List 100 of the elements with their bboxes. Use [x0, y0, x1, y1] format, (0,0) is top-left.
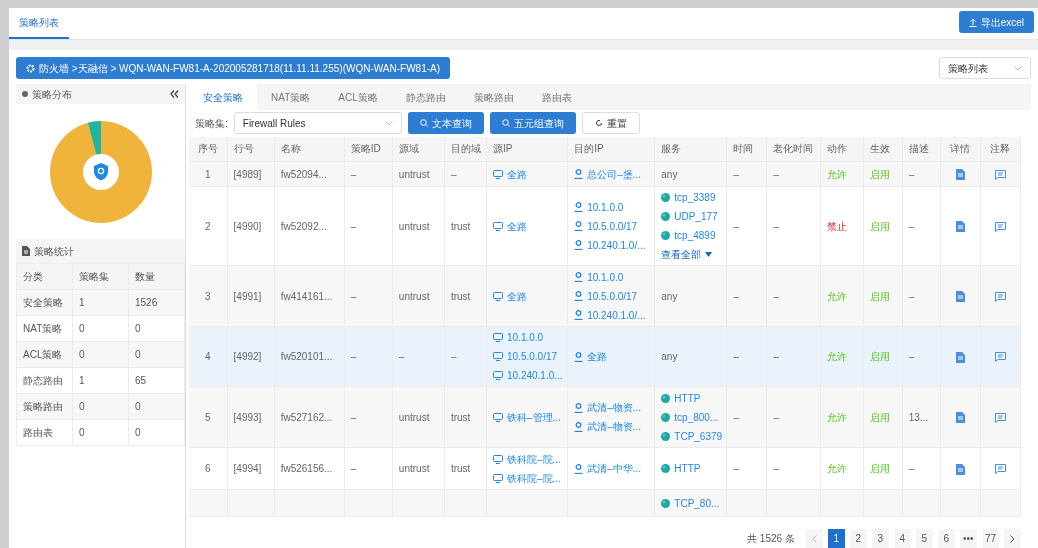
comment-icon[interactable]	[994, 352, 1006, 363]
page-button[interactable]: 1	[827, 529, 845, 548]
destination-ip-link[interactable]: 10.1.0.0	[574, 269, 649, 285]
destination-ip-link[interactable]: 武清–中华...	[574, 461, 649, 476]
service-link[interactable]: tcp_800...	[661, 409, 721, 425]
description-text: –	[908, 220, 915, 232]
service-link[interactable]: HTTP	[661, 390, 721, 406]
table-cell: 0	[79, 323, 85, 334]
source-ip-link[interactable]: 全路	[493, 166, 562, 182]
line-number: [4989]	[233, 168, 262, 180]
monitor-icon	[493, 333, 503, 342]
page-button[interactable]: 3	[871, 529, 889, 548]
destination-ip-link[interactable]: 总公司–堡...	[574, 166, 649, 182]
globe-icon	[661, 231, 671, 240]
policy-set-select[interactable]: Firewall Rules	[233, 112, 402, 135]
destination-ip-link[interactable]: 10.1.0.0	[574, 199, 649, 215]
collapse-icon[interactable]	[170, 90, 179, 98]
service-link[interactable]: tcp_4899	[661, 228, 721, 243]
tab[interactable]: NAT策略	[257, 84, 325, 110]
page-button[interactable]: 5	[915, 529, 933, 548]
tab[interactable]: 安全策略	[189, 84, 257, 110]
table-row[interactable]: 4 [4992] fw520101... – – – 10.1.0.0 10.5.0.0/17 10.240.1.0... 全路 any – – 允许 启用 –	[189, 326, 1021, 387]
refresh-icon	[594, 119, 603, 128]
destination-ip-link[interactable]: 10.5.0.0/17	[574, 218, 649, 234]
table-row[interactable]: 3 [4991] fw414161... – untrust trust 全路 10.1.0.0 10.5.0.0/17 10.240.1.0/... any – – 允许 启用 –	[189, 265, 1021, 327]
row-number: 2	[205, 220, 211, 232]
document-icon[interactable]	[955, 463, 965, 475]
row-number: 6	[205, 463, 211, 474]
destination-zone: –	[450, 351, 457, 362]
comment-icon[interactable]	[994, 464, 1006, 475]
document-icon[interactable]	[955, 351, 965, 363]
document-icon[interactable]	[955, 221, 965, 233]
comment-icon[interactable]	[994, 291, 1006, 302]
chevron-down-icon	[384, 120, 393, 126]
search-icon	[501, 119, 510, 128]
action-status: 允许	[826, 411, 847, 423]
table-cell: 0	[135, 349, 141, 360]
line-number: [4991]	[233, 290, 262, 302]
source-zone: untrust	[398, 290, 430, 302]
document-icon[interactable]	[955, 169, 965, 181]
line-number: [4990]	[233, 220, 262, 232]
column-header: 名称	[280, 143, 301, 155]
view-select[interactable]: 策略列表	[939, 57, 1031, 79]
column-header: 行号	[233, 143, 254, 155]
document-icon[interactable]	[955, 412, 965, 424]
table-row[interactable]: 5 [4993] fw527162... – untrust trust 铁科–管理... 武清–物资... 武清–物资... HTTP tcp_800... TCP_6379 – – 允许 启用 13...	[189, 386, 1021, 448]
tab[interactable]: 静态路由	[391, 84, 460, 110]
destination-ip-link[interactable]: 10.240.1.0/...	[574, 307, 649, 323]
dot-icon	[22, 91, 28, 97]
tab[interactable]: 策略路由	[459, 84, 528, 110]
service-link[interactable]: HTTP	[661, 461, 721, 476]
destination-ip-link[interactable]: 武清–物资...	[574, 419, 649, 434]
source-ip-link[interactable]: 铁科院–院...	[493, 451, 562, 467]
user-icon	[574, 402, 584, 413]
table-cell: 0	[135, 401, 141, 412]
page-button[interactable]: 6	[937, 529, 955, 548]
source-ip-link[interactable]: 铁科院–院...	[493, 470, 562, 486]
comment-icon[interactable]	[994, 221, 1006, 232]
destination-ip-link[interactable]: 武清–物资...	[574, 400, 649, 415]
service-link[interactable]: tcp_3389	[661, 190, 721, 205]
source-ip-link[interactable]: 铁科–管理...	[493, 409, 562, 425]
service-link[interactable]: UDP_177	[661, 209, 721, 224]
enabled-status: 启用	[869, 220, 890, 232]
next-page-button[interactable]	[1004, 529, 1021, 548]
globe-icon	[661, 431, 671, 441]
page-button[interactable]: 2	[849, 529, 867, 548]
page-button[interactable]: •••	[959, 529, 977, 548]
service-link[interactable]: TCP_80...	[661, 496, 721, 511]
table-row[interactable]: 6 [4994] fw526156... – untrust trust 铁科院–院... 铁科院–院... 武清–中华... HTTP – – 允许 启用 –	[189, 447, 1021, 490]
query-button[interactable]: 五元组查询	[489, 112, 576, 135]
source-ip-link[interactable]: 全路	[493, 288, 562, 304]
column-header: 源域	[398, 143, 419, 155]
source-ip-link[interactable]: 10.1.0.0	[493, 330, 562, 345]
table-cell: 0	[135, 323, 141, 334]
service-link[interactable]: TCP_6379	[661, 428, 721, 444]
destination-ip-link[interactable]: 10.5.0.0/17	[574, 288, 649, 304]
comment-icon[interactable]	[994, 412, 1006, 423]
table-cell: 0	[79, 349, 85, 360]
table-row[interactable]: 2 [4990] fw52092... – untrust trust 全路 10.1.0.0 10.5.0.0/17 10.240.1.0/... tcp_3389 UDP_177 tcp_4899 查看全部 – – 禁止 启用 –	[189, 186, 1021, 266]
table-row[interactable]: 1 [4989] fw52094... – untrust – 全路 总公司–堡... any – – 允许 启用 –	[189, 161, 1021, 187]
page-button[interactable]: 77	[981, 529, 999, 548]
destination-ip-link[interactable]: 全路	[574, 349, 649, 364]
source-ip-link[interactable]: 10.240.1.0...	[493, 368, 562, 383]
tab[interactable]: 路由表	[527, 84, 586, 110]
page-tab[interactable]: 策略列表	[9, 8, 69, 39]
destination-ip-link[interactable]: 10.240.1.0/...	[574, 237, 649, 253]
action-status: 允许	[826, 290, 847, 302]
view-all-link[interactable]: 查看全部	[661, 247, 721, 262]
source-ip-link[interactable]: 全路	[493, 218, 562, 234]
table-cell: 路由表	[23, 427, 53, 438]
policy-id: –	[350, 220, 357, 232]
source-ip-link[interactable]: 10.5.0.0/17	[493, 349, 562, 364]
document-icon[interactable]	[955, 291, 965, 303]
query-button[interactable]: 文本查询	[407, 112, 484, 135]
page-button[interactable]: 4	[893, 529, 911, 548]
export-button[interactable]: 导出excel	[958, 11, 1034, 33]
comment-icon[interactable]	[994, 169, 1006, 180]
tab[interactable]: ACL策略	[324, 84, 392, 110]
query-button[interactable]: 重置	[581, 112, 640, 135]
breadcrumb-button[interactable]: 防火墙 >天融信 > WQN-WAN-FW81-A-202005281718(11.11.11.255)(WQN-WAN-FW81-A)	[16, 57, 451, 79]
